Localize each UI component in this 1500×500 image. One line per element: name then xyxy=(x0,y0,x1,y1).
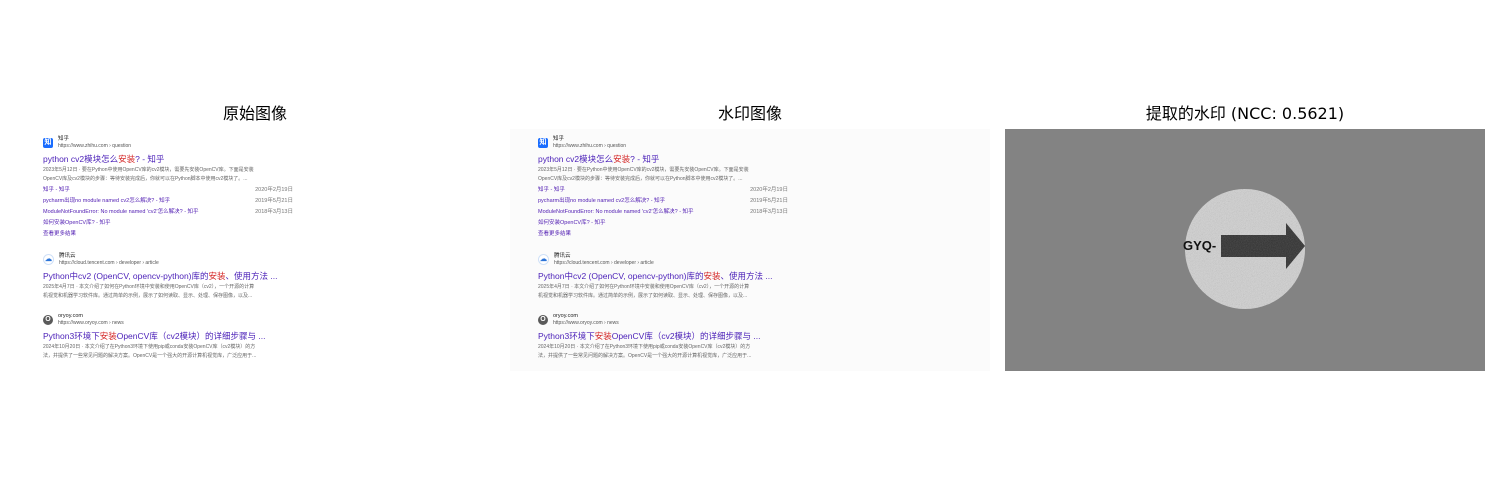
search-results: 知 知乎 https://www.zhihu.com › question py… xyxy=(43,135,293,371)
result-title: Python中cv2 (OpenCV, opencv-python)库的安装、使… xyxy=(538,271,773,281)
oryoy-icon: O xyxy=(538,314,548,325)
search-result: 知 知乎 https://www.zhihu.com › question py… xyxy=(538,135,788,240)
result-snippet: 法，并提供了一些常见问题的解决方案。OpenCV是一个强大的开源计算机视觉库，广… xyxy=(43,353,257,359)
cloud-icon: ☁ xyxy=(538,254,549,265)
result-snippet: 2024年10月20日 · 本文介绍了在Python3环境下使用pip或cond… xyxy=(43,344,256,350)
oryoy-icon: O xyxy=(43,314,53,325)
watermark-text: GYQ- xyxy=(1183,238,1216,253)
result-url: https://cloud.tencent.com › developer › … xyxy=(59,259,159,266)
sub-link: ModuleNotFoundError: No module named 'cv… xyxy=(43,209,293,215)
result-snippet: OpenCV库及cv2模块的步骤：等待安装完成后，你就可以在Python脚本中使… xyxy=(538,176,743,182)
result-title: python cv2模块怎么安装? - 知乎 xyxy=(538,154,660,164)
result-snippet: 2023年5月12日 · 要在Python中使用OpenCV库的cv2模块，需要… xyxy=(538,167,749,173)
search-result: ☁ 腾讯云 https://cloud.tencent.com › develo… xyxy=(43,252,293,300)
result-source: oryoy.com xyxy=(58,312,83,319)
result-url: https://www.zhihu.com › question xyxy=(58,142,132,149)
result-snippet: OpenCV库及cv2模块的步骤：等待安装完成后，你就可以在Python脚本中使… xyxy=(43,176,248,182)
more-results-link: 查看更多结果 xyxy=(43,231,77,237)
watermarked-image: 知 知乎 https://www.zhihu.com › question py… xyxy=(510,129,990,371)
result-title: Python3环境下安装OpenCV库（cv2模块）的详细步骤与 ... xyxy=(43,331,266,341)
result-source: 知乎 xyxy=(553,135,565,142)
result-source: 腾讯云 xyxy=(554,252,571,259)
original-image: 知 知乎 https://www.zhihu.com › question py… xyxy=(15,129,495,371)
result-source: 知乎 xyxy=(58,135,70,142)
watermarked-image-title: 水印图像 xyxy=(717,104,782,123)
result-title: python cv2模块怎么安装? - 知乎 xyxy=(43,154,165,164)
search-result: O oryoy.com https://www.oryoy.com › news… xyxy=(43,312,293,360)
sub-link: 如何安装OpenCV库? - 知乎 xyxy=(538,220,606,226)
sub-link: pycharm出现no module named cv2怎么解决? - 知乎 20… xyxy=(43,198,293,204)
result-snippet: 法，并提供了一些常见问题的解决方案。OpenCV是一个强大的开源计算机视觉库，广… xyxy=(538,353,752,359)
result-snippet: 2023年5月12日 · 要在Python中使用OpenCV库的cv2模块，需要… xyxy=(43,167,254,173)
result-url: https://cloud.tencent.com › developer › … xyxy=(554,259,654,266)
result-snippet: 机视觉和机器学习软件库。通过简单的示例，展示了如何读取、显示、处理、保存图像，以… xyxy=(43,293,253,299)
search-result: ☁ 腾讯云 https://cloud.tencent.com › develo… xyxy=(538,252,788,300)
sub-link: ModuleNotFoundError: No module named 'cv… xyxy=(538,209,788,215)
result-snippet: 2025年4月7日 · 本文介绍了如何在Python环境中安装和使用OpenCV… xyxy=(43,284,255,290)
result-title: Python中cv2 (OpenCV, opencv-python)库的安装、使… xyxy=(43,271,278,281)
search-results: 知 知乎 https://www.zhihu.com › question py… xyxy=(538,135,788,371)
result-url: https://www.oryoy.com › news xyxy=(58,319,124,326)
result-source: 腾讯云 xyxy=(59,252,76,259)
watermark-graphic: GYQ- xyxy=(1005,129,1485,371)
watermarked-image-panel: 水印图像 xyxy=(510,100,990,128)
sub-link: 知乎 - 知乎 2020年2月19日 xyxy=(43,187,293,193)
sub-link: pycharm出现no module named cv2怎么解决? - 知乎 20… xyxy=(538,198,788,204)
search-result: O oryoy.com https://www.oryoy.com › news… xyxy=(538,312,788,360)
result-snippet: 2025年4月7日 · 本文介绍了如何在Python环境中安装和使用OpenCV… xyxy=(538,284,750,290)
sub-link: 如何安装OpenCV库? - 知乎 xyxy=(43,220,111,226)
result-snippet: 2024年10月20日 · 本文介绍了在Python3环境下使用pip或cond… xyxy=(538,344,751,350)
result-snippet: 机视觉和机器学习软件库。通过简单的示例，展示了如何读取、显示、处理、保存图像，以… xyxy=(538,293,748,299)
search-result: 知 知乎 https://www.zhihu.com › question py… xyxy=(43,135,293,240)
original-image-panel: 原始图像 xyxy=(15,100,495,128)
result-url: https://www.zhihu.com › question xyxy=(553,142,627,149)
extracted-watermark-image: GYQ- xyxy=(1005,129,1485,371)
result-source: oryoy.com xyxy=(553,312,578,319)
extracted-watermark-panel: 提取的水印 (NCC: 0.5621) xyxy=(1005,100,1485,128)
cloud-icon: ☁ xyxy=(43,254,54,265)
more-results-link: 查看更多结果 xyxy=(538,231,572,237)
result-title: Python3环境下安装OpenCV库（cv2模块）的详细步骤与 ... xyxy=(538,331,761,341)
zhihu-icon: 知 xyxy=(43,137,53,148)
extracted-watermark-title: 提取的水印 (NCC: 0.5621) xyxy=(1145,104,1345,123)
original-image-title: 原始图像 xyxy=(222,104,287,123)
result-url: https://www.oryoy.com › news xyxy=(553,319,619,326)
zhihu-icon: 知 xyxy=(538,137,548,148)
sub-link: 知乎 - 知乎 2020年2月19日 xyxy=(538,187,788,193)
